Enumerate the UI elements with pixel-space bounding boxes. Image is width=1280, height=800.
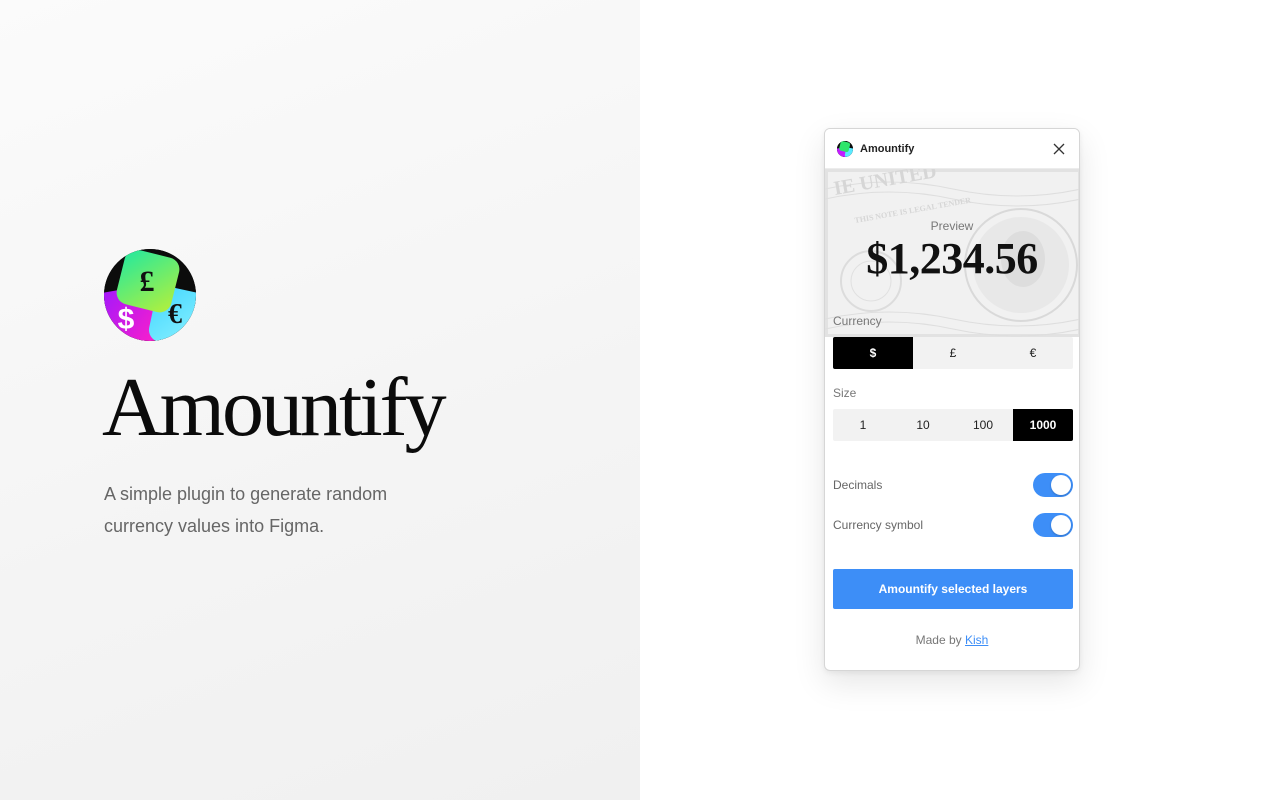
preview-label: Preview [930, 219, 974, 233]
svg-text:€: € [168, 299, 182, 330]
currency-symbol-label: Currency symbol [833, 518, 924, 532]
preview-area: IE UNITED THIS NOTE IS LEGAL TENDER Prev… [825, 169, 1079, 337]
hero-panel: £ $ € Amountify A simple plugin to gener… [0, 0, 640, 800]
currency-symbol-toggle[interactable] [1033, 513, 1073, 537]
currency-option-dollar[interactable]: $ [833, 337, 913, 369]
toggle-knob [1051, 515, 1071, 535]
close-icon [1053, 143, 1065, 154]
toggle-knob [1051, 475, 1071, 495]
plugin-titlebar: Amountify [825, 129, 1079, 169]
svg-text:£: £ [140, 265, 155, 298]
author-link[interactable]: Kish [965, 633, 988, 647]
currency-option-pound[interactable]: £ [913, 337, 993, 369]
decimals-row: Decimals [833, 473, 1073, 497]
amountify-logo-icon: £ $ € [104, 249, 196, 341]
close-button[interactable] [1051, 141, 1067, 157]
decimals-toggle[interactable] [1033, 473, 1073, 497]
currency-symbol-row: Currency symbol [833, 513, 1073, 537]
size-option-1000[interactable]: 1000 [1013, 409, 1073, 441]
plugin-title: Amountify [860, 142, 915, 155]
size-option-100[interactable]: 100 [953, 409, 1013, 441]
size-selector: 1 10 100 1000 [833, 409, 1073, 441]
currency-option-euro[interactable]: € [993, 337, 1073, 369]
currency-label: Currency [833, 314, 882, 328]
preview-value: $1,234.56 [866, 234, 1038, 283]
plugin-logo-icon [837, 140, 853, 157]
size-option-1[interactable]: 1 [833, 409, 893, 441]
size-option-10[interactable]: 10 [893, 409, 953, 441]
svg-text:$: $ [118, 303, 135, 336]
amountify-button[interactable]: Amountify selected layers [833, 569, 1073, 609]
brand-title: Amountify [102, 361, 447, 454]
size-label: Size [833, 386, 857, 400]
brand-tagline: A simple plugin to generate random curre… [104, 484, 388, 536]
decimals-label: Decimals [833, 478, 883, 492]
currency-selector: $ £ € [833, 337, 1073, 369]
footer-prefix: Made by [915, 633, 962, 647]
plugin-window: Amountify IE UNITED THIS NOTE IS LEGAL T… [824, 128, 1080, 671]
footer: Made by Kish [825, 633, 1079, 647]
